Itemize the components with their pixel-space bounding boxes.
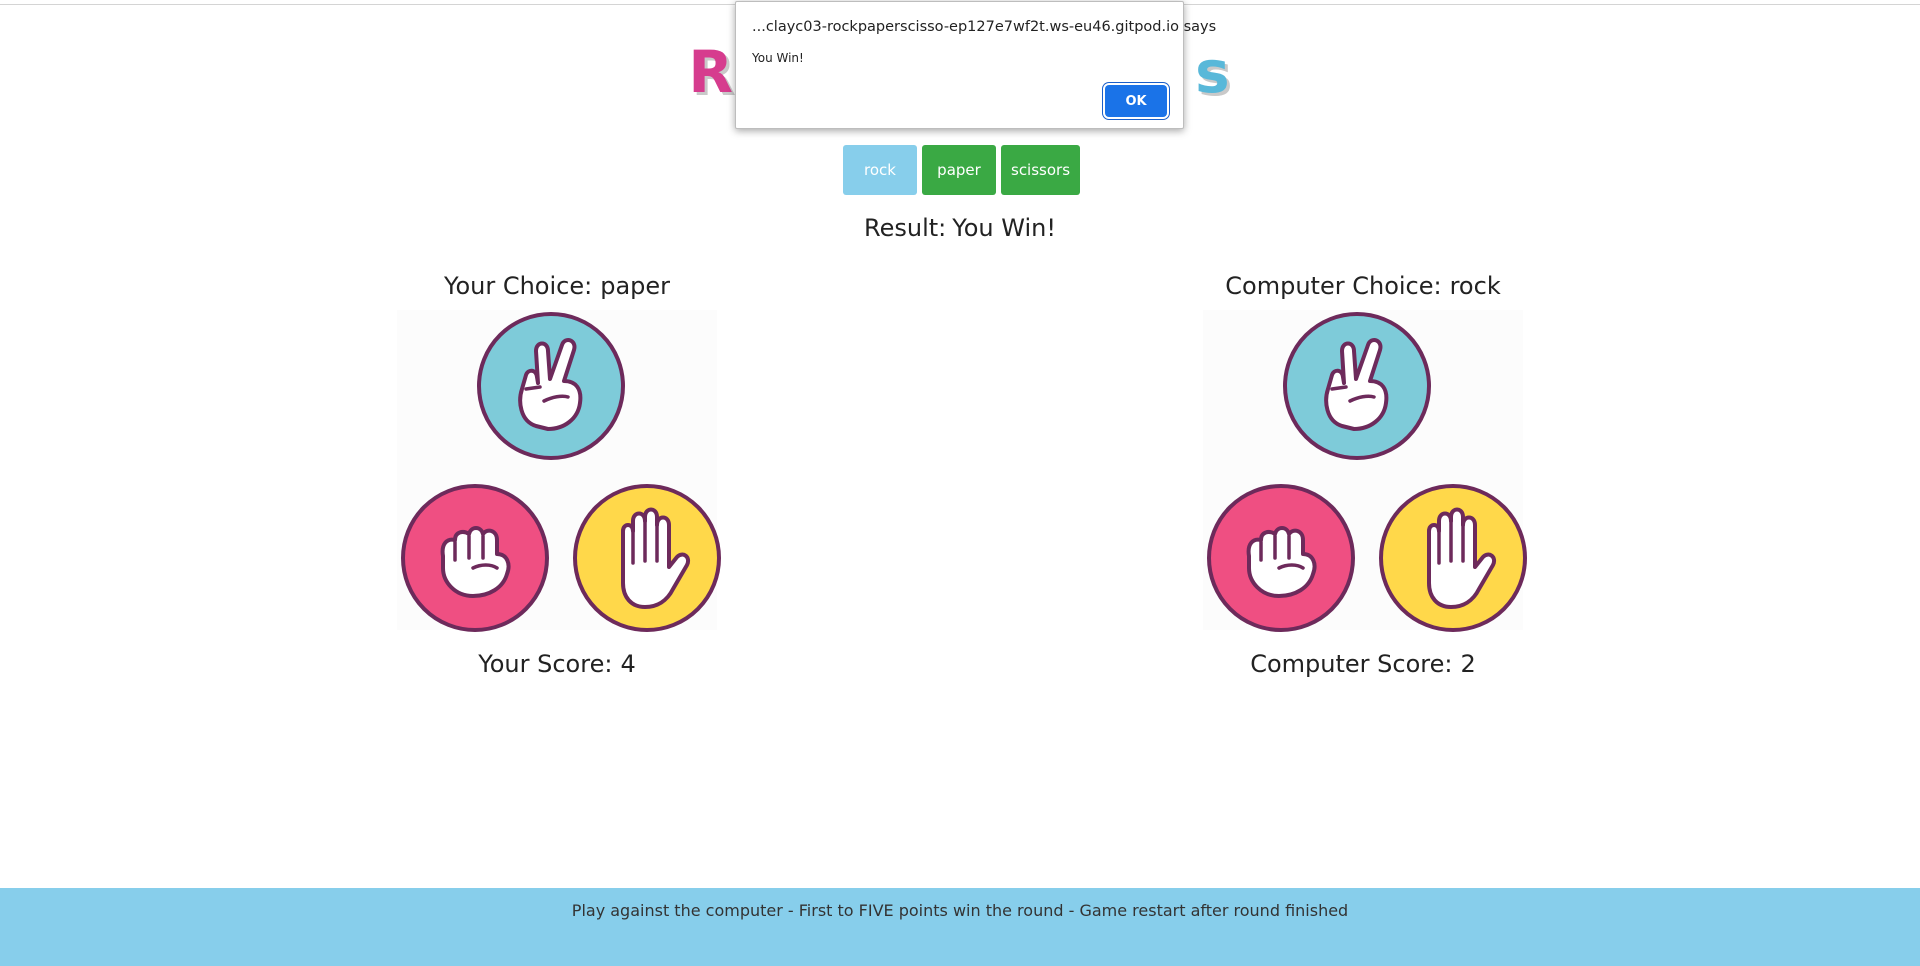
result-value: You Win!	[952, 214, 1056, 242]
scissors-hand-icon	[477, 312, 625, 460]
computer-score-value: 2	[1460, 650, 1476, 678]
player-score: Your Score: 4	[337, 650, 777, 678]
paper-hand-icon	[1379, 484, 1527, 632]
computer-choice-value: rock	[1449, 272, 1501, 300]
choice-buttons: rock paper scissors	[843, 145, 1081, 195]
result-label: Result:	[864, 214, 947, 242]
computer-panel: Computer Choice: rock Computer Score: 2	[1143, 270, 1583, 678]
player-panel: Your Choice: paper Your Score: 4	[337, 270, 777, 678]
paper-button[interactable]: paper	[922, 145, 996, 195]
scissors-button[interactable]: scissors	[1001, 145, 1081, 195]
player-choice-heading: Your Choice: paper	[337, 270, 777, 302]
rock-fist-icon	[1207, 484, 1355, 632]
player-rps-image	[397, 310, 721, 632]
result-text: Result: You Win!	[0, 214, 1920, 242]
computer-choice-heading: Computer Choice: rock	[1143, 270, 1583, 302]
footer: Play against the computer - First to FIV…	[0, 888, 1920, 966]
alert-dialog: ...clayc03-rockpaperscisso-ep127e7wf2t.w…	[735, 1, 1216, 129]
computer-score-label: Computer Score:	[1250, 650, 1453, 678]
computer-choice-label: Computer Choice:	[1225, 272, 1442, 300]
ok-button[interactable]: OK	[1105, 85, 1167, 117]
paper-hand-icon	[573, 484, 721, 632]
dialog-message: You Win!	[752, 51, 804, 65]
player-score-value: 4	[620, 650, 636, 678]
scissors-hand-icon	[1283, 312, 1431, 460]
footer-text: Play against the computer - First to FIV…	[571, 901, 1349, 920]
player-score-label: Your Score:	[478, 650, 613, 678]
rock-button[interactable]: rock	[843, 145, 917, 195]
computer-rps-image	[1203, 310, 1527, 632]
player-choice-label: Your Choice:	[443, 272, 593, 300]
dialog-origin: ...clayc03-rockpaperscisso-ep127e7wf2t.w…	[752, 19, 1217, 35]
player-choice-value: paper	[600, 272, 671, 300]
page-title-right: s	[1195, 38, 1232, 106]
page-title-left: R	[688, 38, 736, 106]
rock-fist-icon	[401, 484, 549, 632]
computer-score: Computer Score: 2	[1143, 650, 1583, 678]
